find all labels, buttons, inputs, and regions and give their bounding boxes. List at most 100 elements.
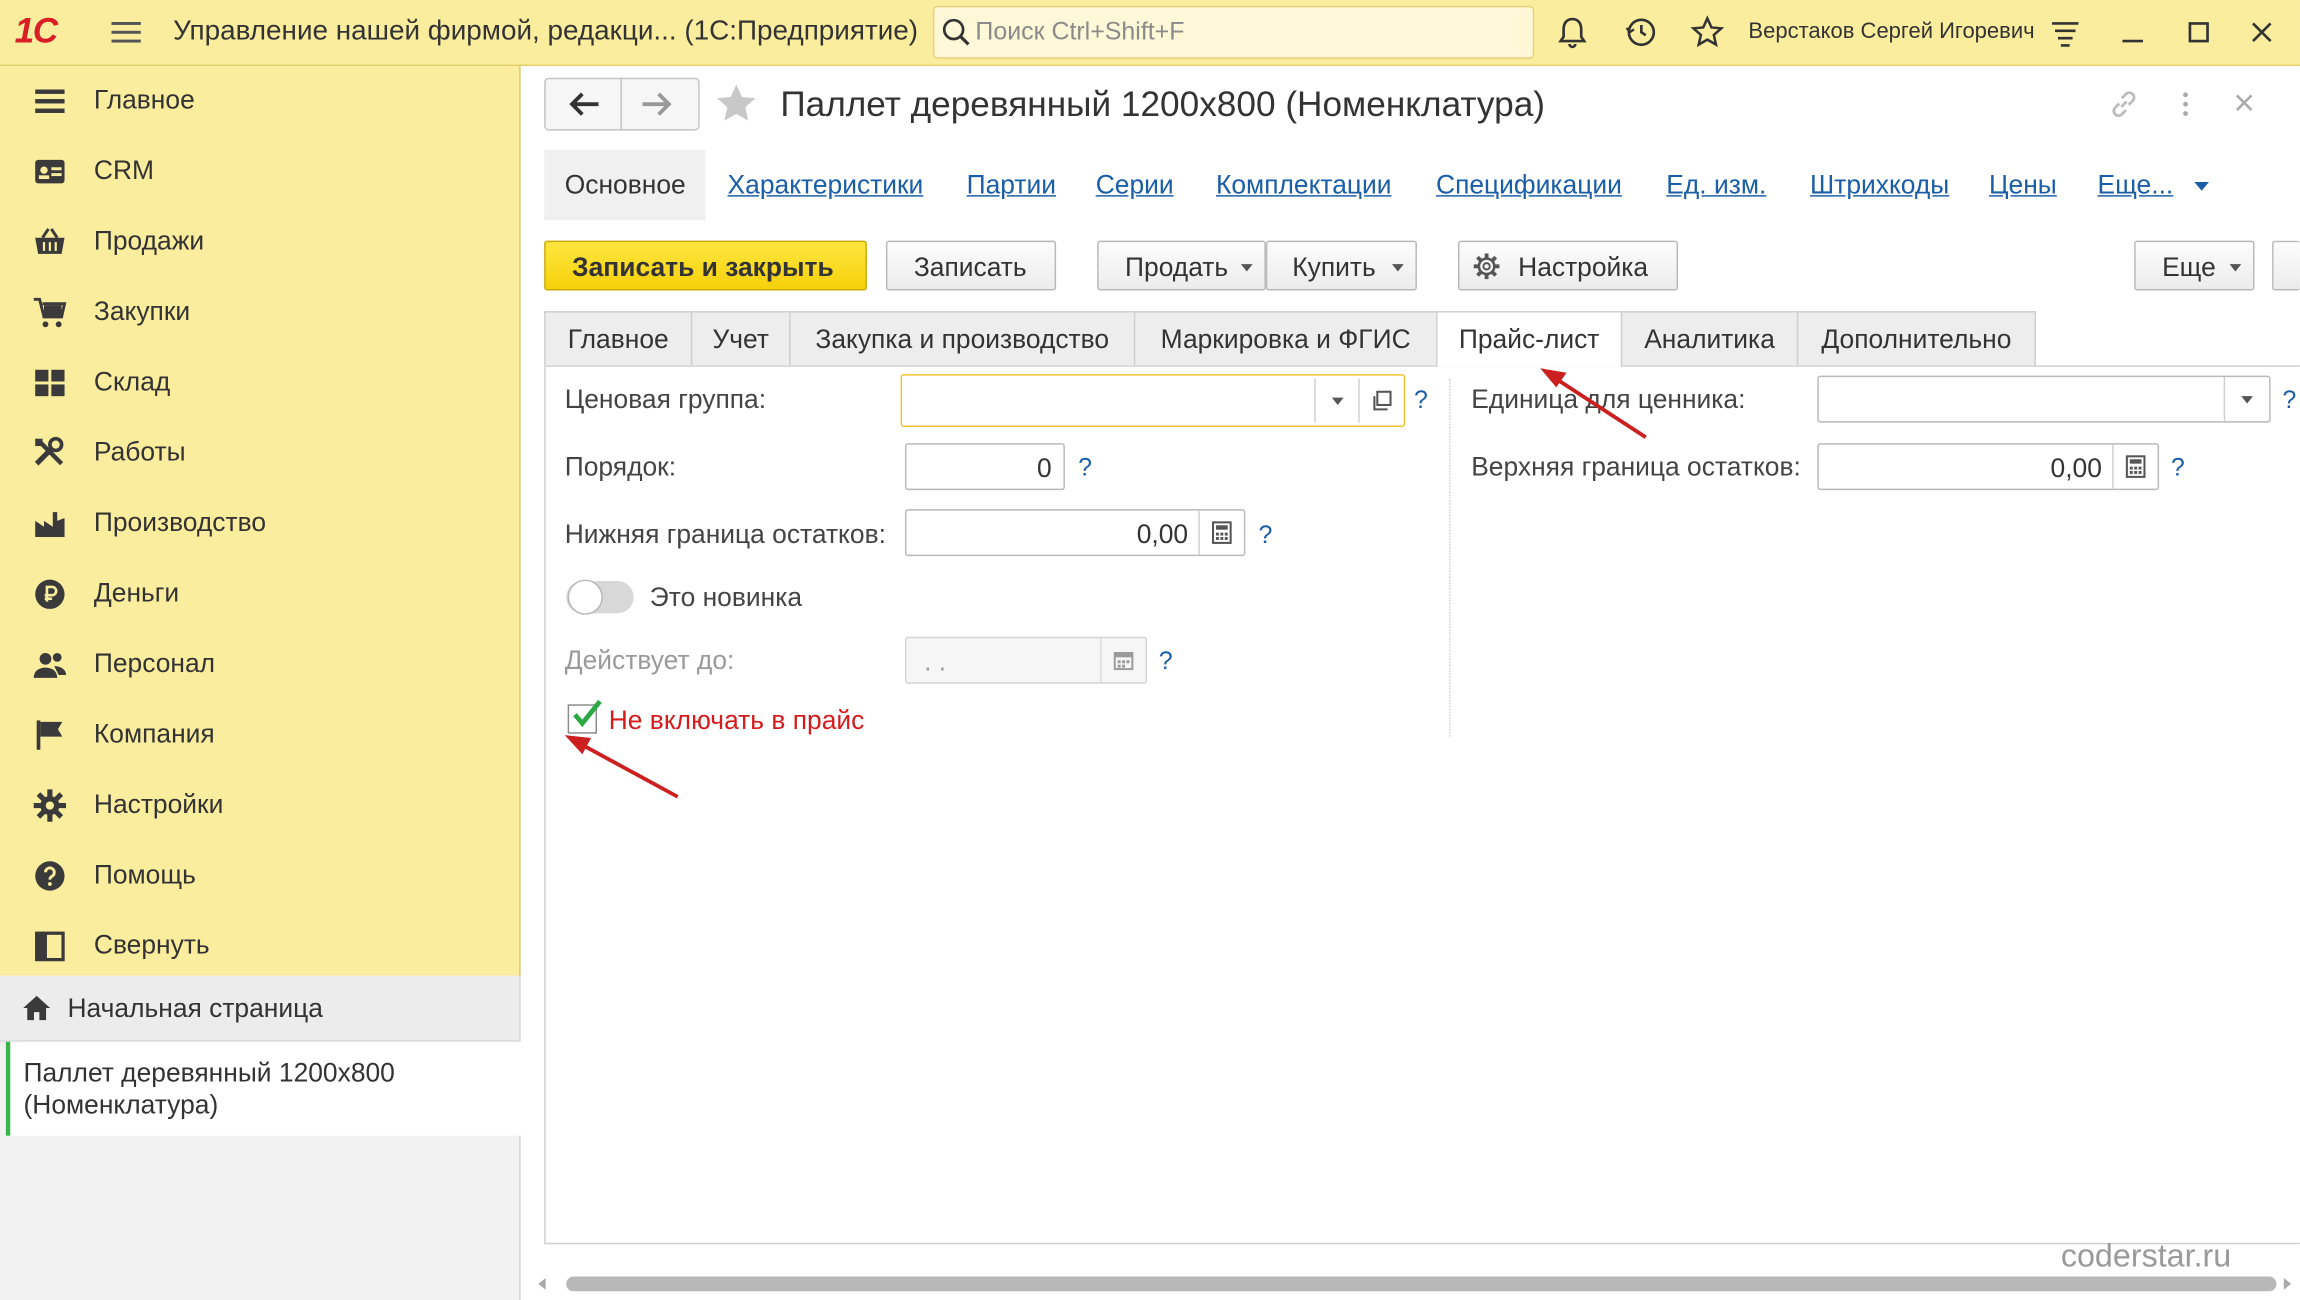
dropdown-button[interactable] <box>2223 377 2269 422</box>
search-input[interactable]: Поиск Ctrl+Shift+F <box>932 5 1535 59</box>
sidebar-item-sales[interactable]: Продажи <box>0 213 519 272</box>
price-tag-unit-field[interactable] <box>1817 375 2271 423</box>
valid-until-label: Действует до: <box>564 645 735 675</box>
sidebar-item-settings[interactable]: Настройки <box>0 776 519 835</box>
sell-button[interactable]: Продать <box>1097 240 1266 291</box>
subnav-main-label: Основное <box>564 170 686 200</box>
order-field[interactable]: 0 <box>905 443 1065 491</box>
subnav-prices[interactable]: Цены <box>1989 170 2057 201</box>
subnav-batches[interactable]: Партии <box>967 170 1056 201</box>
sidebar-item-production[interactable]: Производство <box>0 494 519 553</box>
title-bar: 1С Управление нашей фирмой, редакци... (… <box>0 0 2300 67</box>
order-value: 0 <box>1037 453 1052 483</box>
save-and-close-label: Записать и закрыть <box>572 252 834 282</box>
subnav-series[interactable]: Серии <box>1096 170 1174 201</box>
sidebar-item-main[interactable]: Главное <box>0 72 519 131</box>
save-and-close-button[interactable]: Записать и закрыть <box>544 240 867 291</box>
home-page-item[interactable]: Начальная страница <box>0 975 520 1042</box>
scroll-left-icon[interactable] <box>537 1278 549 1290</box>
calendar-icon <box>1113 651 1134 671</box>
price-tag-unit-help[interactable]: ? <box>2282 386 2296 415</box>
sidebar-item-company[interactable]: Компания <box>0 706 519 765</box>
order-label: Порядок: <box>564 451 677 482</box>
factory-icon <box>35 512 65 538</box>
lower-bound-value: 0,00 <box>1136 519 1189 549</box>
subnav-units[interactable]: Ед. изм. <box>1666 170 1766 201</box>
tab-main[interactable]: Главное <box>544 311 693 366</box>
price-group-help[interactable]: ? <box>1414 386 1428 415</box>
sidebar-item-label: Производство <box>93 507 267 538</box>
settings-button[interactable]: Настройка <box>1457 240 1679 291</box>
lower-bound-field[interactable]: 0,00 <box>905 509 1246 557</box>
forward-button[interactable] <box>620 77 700 131</box>
price-group-field[interactable] <box>900 374 1406 427</box>
back-button[interactable] <box>544 77 624 131</box>
close-icon[interactable] <box>2244 15 2279 50</box>
sidebar-item-purchases[interactable]: Закупки <box>0 283 519 342</box>
link-icon[interactable] <box>2106 88 2141 120</box>
subnav-kits[interactable]: Комплектации <box>1216 170 1392 201</box>
buy-button[interactable]: Купить <box>1265 240 1417 291</box>
main-menu-icon[interactable] <box>111 18 141 47</box>
home-page-label: Начальная страница <box>67 993 323 1023</box>
tab-label: Учет <box>712 324 769 354</box>
subnav-more[interactable]: Еще... <box>2098 170 2174 201</box>
horizontal-scrollbar[interactable] <box>566 1276 2277 1292</box>
novelty-toggle[interactable] <box>566 579 634 615</box>
bell-icon[interactable] <box>1555 15 1590 50</box>
save-button[interactable]: Записать <box>885 240 1057 291</box>
history-icon[interactable] <box>1624 15 1659 50</box>
date-picker-button[interactable] <box>1100 638 1145 683</box>
novelty-label: Это новинка <box>649 582 803 612</box>
sidebar-item-label: Закупки <box>93 296 191 326</box>
minimize-icon[interactable] <box>2115 15 2150 50</box>
sidebar-item-help[interactable]: Помощь <box>0 847 519 906</box>
sidebar-item-collapse[interactable]: Свернуть <box>0 917 519 976</box>
more-vertical-icon[interactable] <box>2175 88 2196 120</box>
subnav-specifications[interactable]: Спецификации <box>1436 170 1622 201</box>
sidebar-item-label: Помощь <box>93 859 196 890</box>
subnav-more-caret-icon <box>2194 181 2210 191</box>
exclude-from-price-checkbox[interactable] <box>567 699 602 734</box>
settings-lines-icon[interactable] <box>2048 15 2083 50</box>
scroll-right-icon[interactable] <box>2281 1278 2293 1290</box>
order-help[interactable]: ? <box>1078 453 1092 482</box>
tab-label: Прайс-лист <box>1458 324 1600 354</box>
maximize-icon[interactable] <box>2181 15 2216 50</box>
favorite-star-icon[interactable] <box>711 81 761 128</box>
valid-until-field[interactable]: . . <box>905 636 1148 684</box>
subnav-barcodes[interactable]: Штрихкоды <box>1810 170 1949 201</box>
user-name[interactable]: Верстаков Сергей Игоревич <box>1748 19 2034 44</box>
tab-purchase-production[interactable]: Закупка и производство <box>789 311 1136 366</box>
open-button[interactable] <box>1358 378 1403 423</box>
sidebar-item-money[interactable]: Деньги <box>0 565 519 624</box>
subnav-characteristics[interactable]: Характеристики <box>728 170 924 201</box>
tab-marking-fgis[interactable]: Маркировка и ФГИС <box>1133 311 1438 366</box>
tab-analytics[interactable]: Аналитика <box>1620 311 1799 366</box>
sidebar-item-label: Персонал <box>93 648 216 678</box>
tab-additional[interactable]: Дополнительно <box>1796 311 2036 366</box>
form-close-icon[interactable] <box>2232 91 2255 114</box>
tab-content <box>544 366 2300 1245</box>
sidebar-item-crm[interactable]: CRM <box>0 142 519 201</box>
help-menu-button[interactable] <box>2272 240 2300 291</box>
valid-until-help[interactable]: ? <box>1159 647 1173 676</box>
star-icon[interactable] <box>1690 15 1725 50</box>
tab-accounting[interactable]: Учет <box>690 311 791 366</box>
subnav-main[interactable]: Основное <box>544 149 706 221</box>
tab-price-list[interactable]: Прайс-лист <box>1435 311 1623 367</box>
open-window-item[interactable]: Паллет деревянный 1200х800 (Номенклатура… <box>5 1041 524 1136</box>
sidebar-item-personnel[interactable]: Персонал <box>0 635 519 694</box>
calculator-button[interactable] <box>2112 444 2157 489</box>
save-label: Записать <box>913 252 1027 282</box>
lower-bound-help[interactable]: ? <box>1259 521 1273 550</box>
upper-bound-help[interactable]: ? <box>2171 453 2185 482</box>
sidebar-item-works[interactable]: Работы <box>0 424 519 483</box>
collapse-panel-icon <box>35 931 65 962</box>
dropdown-button[interactable] <box>1314 378 1359 423</box>
calculator-button[interactable] <box>1198 510 1243 555</box>
sidebar-item-warehouse[interactable]: Склад <box>0 354 519 413</box>
people-icon <box>33 652 67 678</box>
more-actions-button[interactable]: Еще <box>2134 240 2255 291</box>
upper-bound-field[interactable]: 0,00 <box>1817 443 2160 491</box>
